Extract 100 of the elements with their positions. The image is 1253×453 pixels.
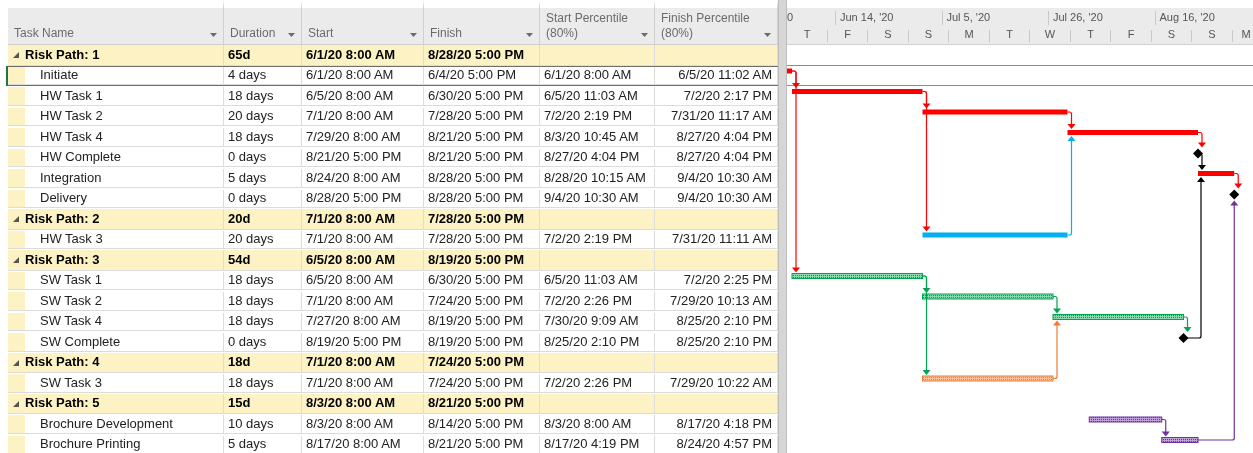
milestone-diamond[interactable] [1229, 189, 1240, 200]
table-cell: 9/4/20 10:30 AM [677, 169, 772, 187]
task-row[interactable]: Delivery 0 days 8/28/20 5:00 PM 8/28/20 5:00 PM 9/4/20 10:30 AM 9/4/20 10:30 AM [8, 188, 778, 209]
table-cell: 7/1/20 8:00 AM [306, 374, 394, 392]
task-bar[interactable] [1088, 416, 1163, 423]
table-cell: 8/19/20 5:00 PM [306, 333, 402, 351]
task-row[interactable]: Initiate 4 days 6/1/20 8:00 AM 6/4/20 5:00 PM 6/1/20 8:00 AM 6/5/20 11:02 AM [8, 65, 778, 86]
task-name: HW Task 4 [40, 128, 103, 146]
table-cell: 7/28/20 5:00 PM [428, 230, 524, 249]
table-cell: 7/2/20 2:19 PM [544, 107, 633, 126]
table-cell: 7/24/20 5:00 PM [428, 374, 524, 392]
table-cell-text: 8/19/20 5:00 PM [428, 250, 525, 269]
table-cell-text: 8/21/20 5:00 PM [428, 394, 525, 413]
table-cell: 18 days [228, 374, 274, 392]
table-cell: 7/31/20 11:11 AM [672, 230, 772, 249]
task-row[interactable]: HW Task 2 20 days 7/1/20 8:00 AM 7/28/20 5:00 PM 7/2/20 2:19 PM 7/31/20 11:17 AM [8, 106, 778, 127]
column-header[interactable]: Finish Percentile (80%) [655, 0, 778, 45]
task-row[interactable]: SW Task 4 18 days 7/27/20 8:00 AM 8/19/20 5:00 PM 7/30/20 9:09 AM 8/25/20 2:10 PM [8, 311, 778, 332]
collapse-triangle-icon[interactable] [12, 51, 19, 59]
task-name: Brochure Printing [40, 435, 141, 453]
dropdown-icon[interactable] [764, 33, 771, 37]
timescale-label: Aug 16, '20 [1159, 10, 1215, 24]
task-name: HW Task 2 [40, 107, 103, 126]
table-cell: 7/1/20 8:00 AM [306, 292, 394, 310]
table-cell: 8/17/20 4:19 PM [544, 435, 640, 453]
table-cell: 8/24/20 4:57 PM [676, 435, 772, 453]
task-name: Initiate [40, 66, 79, 85]
dependency-arrow [1052, 320, 1061, 380]
row-indent-strip [8, 415, 25, 433]
row-indent-strip [8, 87, 25, 105]
table-cell: 8/14/20 5:00 PM [428, 415, 524, 433]
timescale-label: S [1207, 27, 1217, 41]
dropdown-icon[interactable] [641, 33, 648, 37]
timescale-label: M [1241, 27, 1251, 41]
task-row[interactable]: SW Complete 0 days 8/19/20 5:00 PM 8/19/20 5:00 PM 8/25/20 2:10 PM 8/25/20 2:10 PM [8, 332, 778, 353]
milestone-diamond[interactable] [1193, 148, 1203, 159]
timescale-label: F [843, 27, 852, 41]
table-cell-text: 54d [228, 250, 251, 269]
task-bar[interactable] [1161, 437, 1199, 443]
task-row[interactable]: SW Task 2 18 days 7/1/20 8:00 AM 7/24/20 5:00 PM 7/2/20 2:26 PM 7/29/20 10:13 AM [8, 291, 778, 312]
table-cell: 8/28/20 5:00 PM [428, 189, 524, 208]
table-cell: 5 days [228, 435, 267, 453]
table-cell: 8/27/20 4:04 PM [544, 148, 640, 167]
dependency-arrow [1197, 152, 1206, 170]
collapse-triangle-icon[interactable] [12, 256, 19, 264]
collapse-triangle-icon[interactable] [12, 215, 19, 223]
dependency-arrow [1052, 295, 1061, 314]
task-row[interactable]: SW Task 3 18 days 7/1/20 8:00 AM 7/24/20 5:00 PM 7/2/20 2:26 PM 7/29/20 10:22 AM [8, 373, 778, 394]
table-cell: 18 days [228, 87, 274, 105]
task-row[interactable]: HW Task 3 20 days 7/1/20 8:00 AM 7/28/20 5:00 PM 7/2/20 2:19 PM 7/31/20 11:11 AM [8, 229, 778, 250]
table-cell: 7/2/20 2:26 PM [544, 374, 633, 392]
task-row[interactable]: Brochure Development 10 days 8/3/20 8:00 AM 8/14/20 5:00 PM 8/3/20 8:00 AM 8/17/20 4:18 PM [8, 414, 778, 435]
table-cell: 6/5/20 11:03 AM [544, 87, 638, 105]
column-header[interactable]: Finish [424, 0, 540, 45]
timescale-label: W [1043, 27, 1057, 41]
table-cell: 20 days [228, 107, 274, 126]
selection-marker [6, 65, 8, 86]
dropdown-icon[interactable] [410, 33, 417, 37]
table-cell: 6/5/20 11:02 AM [678, 66, 772, 85]
table-cell: 18 days [228, 128, 274, 146]
task-row[interactable]: HW Task 4 18 days 7/29/20 8:00 AM 8/21/20 5:00 PM 8/3/20 10:45 AM 8/27/20 4:04 PM [8, 127, 778, 148]
table-cell: 6/5/20 8:00 AM [306, 271, 394, 290]
dropdown-icon[interactable] [288, 33, 295, 37]
table-cell: 8/21/20 5:00 PM [428, 128, 524, 146]
collapse-triangle-icon[interactable] [12, 358, 19, 366]
table-cell: 18 days [228, 312, 274, 331]
table-cell-text: 8/3/20 8:00 AM [306, 394, 396, 413]
milestone-diamond[interactable] [1178, 333, 1189, 343]
table-cell: 8/21/20 5:00 PM [306, 148, 402, 167]
task-name: Risk Path: 3 [25, 250, 100, 269]
table-cell: 8/17/20 4:18 PM [676, 415, 772, 433]
column-header[interactable]: Task Name [8, 0, 224, 45]
task-row[interactable]: HW Task 1 18 days 6/5/20 8:00 AM 6/30/20 5:00 PM 6/5/20 11:03 AM 7/2/20 2:17 PM [8, 86, 778, 107]
task-row[interactable]: HW Complete 0 days 8/21/20 5:00 PM 8/21/20 5:00 PM 8/27/20 4:04 PM 8/27/20 4:04 PM [8, 147, 778, 168]
table-cell: 8/25/20 2:10 PM [676, 333, 772, 351]
column-header[interactable]: Start Percentile (80%) [540, 0, 655, 45]
task-name: SW Task 3 [40, 374, 102, 392]
task-row[interactable]: Integration 5 days 8/24/20 8:00 AM 8/28/20 5:00 PM 8/28/20 10:15 AM 9/4/20 10:30 AM [8, 168, 778, 189]
timescale-label: 0 [787, 10, 794, 24]
table-cell-text: 7/24/20 5:00 PM [428, 353, 525, 372]
dropdown-icon[interactable] [526, 33, 533, 37]
timescale-label: S [923, 27, 934, 41]
row-indent-strip [8, 435, 25, 453]
table-cell: 8/21/20 5:00 PM [428, 435, 524, 453]
task-name: SW Complete [40, 333, 121, 351]
table-cell: 7/30/20 9:09 AM [544, 312, 639, 331]
column-header[interactable]: Start [302, 0, 424, 45]
table-cell: 7/1/20 8:00 AM [306, 230, 394, 249]
column-header[interactable]: Duration [224, 0, 302, 45]
table-cell: 8/27/20 4:04 PM [676, 128, 772, 146]
table-cell: 0 days [228, 333, 267, 351]
row-indent-strip [8, 292, 25, 310]
table-cell: 7/2/20 2:17 PM [683, 87, 772, 105]
collapse-triangle-icon[interactable] [12, 399, 19, 407]
timescale-label: M [963, 27, 975, 41]
table-cell-text: 6/1/20 8:00 AM [306, 45, 396, 64]
table-cell: 8/27/20 4:04 PM [676, 148, 772, 167]
table-cell: 6/4/20 5:00 PM [428, 66, 517, 85]
task-row[interactable]: SW Task 1 18 days 6/5/20 8:00 AM 6/30/20 5:00 PM 6/5/20 11:03 AM 7/2/20 2:25 PM [8, 270, 778, 291]
dropdown-icon[interactable] [210, 33, 217, 37]
